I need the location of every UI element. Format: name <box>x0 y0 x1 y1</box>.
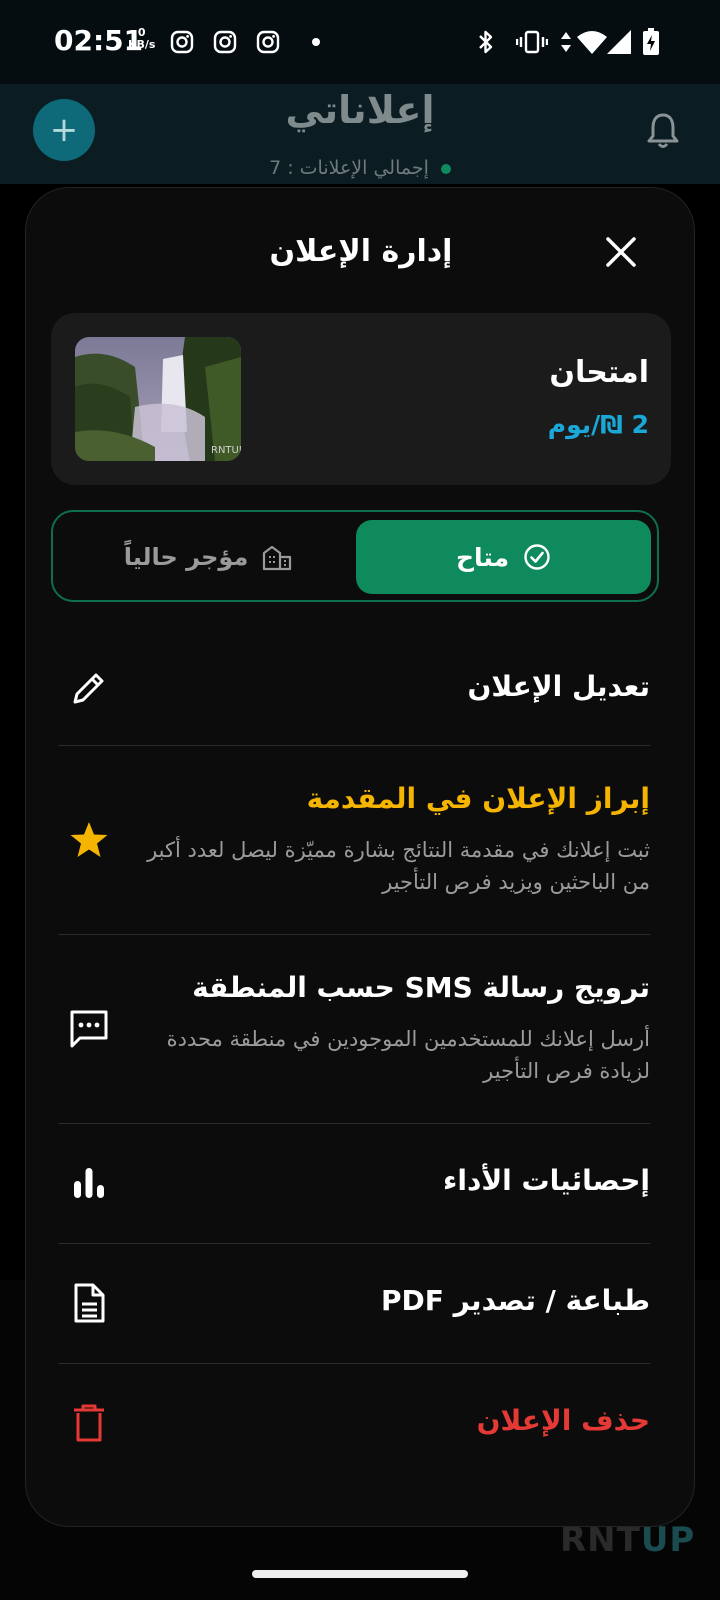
edit-ad-label: تعديل الإعلان <box>467 670 650 703</box>
delete-ad-label: حذف الإعلان <box>476 1404 650 1437</box>
instagram-icon <box>256 30 280 54</box>
star-icon <box>68 819 110 861</box>
network-speed-unit: KB/s <box>128 38 156 51</box>
availability-toggle: متاح مؤجر حالياً <box>51 510 659 602</box>
thumbnail-watermark: RNTUP <box>211 445 241 456</box>
page-title: إعلاناتي <box>285 88 435 132</box>
bluetooth-icon <box>479 30 493 54</box>
ad-summary-card: RNTUP امتحان 2 ₪/يوم <box>51 313 671 485</box>
instagram-icon <box>170 30 194 54</box>
vibrate-icon <box>516 30 548 54</box>
sheet-title: إدارة الإعلان <box>269 234 453 269</box>
performance-stats-label: إحصائيات الأداء <box>443 1164 650 1197</box>
export-pdf-label: طباعة / تصدير PDF <box>381 1284 650 1317</box>
sms-promotion-label: ترويج رسالة SMS حسب المنطقة <box>192 971 650 1004</box>
close-icon <box>606 237 636 267</box>
home-indicator[interactable] <box>252 1570 468 1578</box>
sms-promotion-item[interactable]: ترويج رسالة SMS حسب المنطقة أرسل إعلانك … <box>58 935 650 1123</box>
bell-icon[interactable] <box>646 112 680 150</box>
cellular-signal-icon <box>607 30 631 54</box>
pencil-icon <box>68 667 110 709</box>
message-icon <box>68 1008 110 1050</box>
ad-price: 2 ₪/يوم <box>547 410 649 439</box>
performance-stats-item[interactable]: إحصائيات الأداء <box>58 1124 650 1244</box>
buildings-icon <box>263 545 292 571</box>
export-pdf-item[interactable]: طباعة / تصدير PDF <box>58 1244 650 1364</box>
manage-ad-sheet: إدارة الإعلان RNTUP امتحان 2 ₪/يوم <box>25 187 695 1527</box>
status-rented-label: مؤجر حالياً <box>123 543 249 571</box>
ads-count-label: إجمالي الإعلانات : 7 <box>269 157 429 179</box>
battery-charging-icon <box>643 28 659 55</box>
feature-ad-description: ثبت إعلانك في مقدمة النتائج بشارة مميّزة… <box>147 838 650 894</box>
status-available-label: متاح <box>455 542 510 572</box>
bar-chart-icon <box>68 1162 110 1204</box>
document-icon <box>68 1282 110 1324</box>
status-bar: 02:51 0 KB/s <box>0 0 720 84</box>
notification-dot-icon <box>312 38 320 46</box>
edit-ad-item[interactable]: تعديل الإعلان <box>58 640 650 744</box>
data-transfer-icon <box>561 32 571 52</box>
status-rented-button[interactable]: مؤجر حالياً <box>63 520 353 594</box>
network-speed: 0 KB/s <box>128 27 155 51</box>
wifi-icon <box>577 31 607 54</box>
status-available-button[interactable]: متاح <box>356 520 651 594</box>
delete-ad-item[interactable]: حذف الإعلان <box>58 1364 650 1484</box>
check-circle-icon <box>524 544 550 570</box>
ads-count-summary: إجمالي الإعلانات : 7 <box>0 157 720 179</box>
feature-ad-item[interactable]: إبراز الإعلان في المقدمة ثبت إعلانك في م… <box>58 746 650 934</box>
ad-thumbnail: RNTUP <box>75 337 241 461</box>
status-dot-icon <box>440 164 451 174</box>
sms-promotion-description: أرسل إعلانك للمستخدمين الموجودين في منطق… <box>166 1027 650 1083</box>
trash-icon <box>68 1402 110 1444</box>
feature-ad-label: إبراز الإعلان في المقدمة <box>306 782 650 815</box>
ad-name: امتحان <box>549 355 649 390</box>
instagram-icon <box>213 30 237 54</box>
close-button[interactable] <box>601 232 641 272</box>
